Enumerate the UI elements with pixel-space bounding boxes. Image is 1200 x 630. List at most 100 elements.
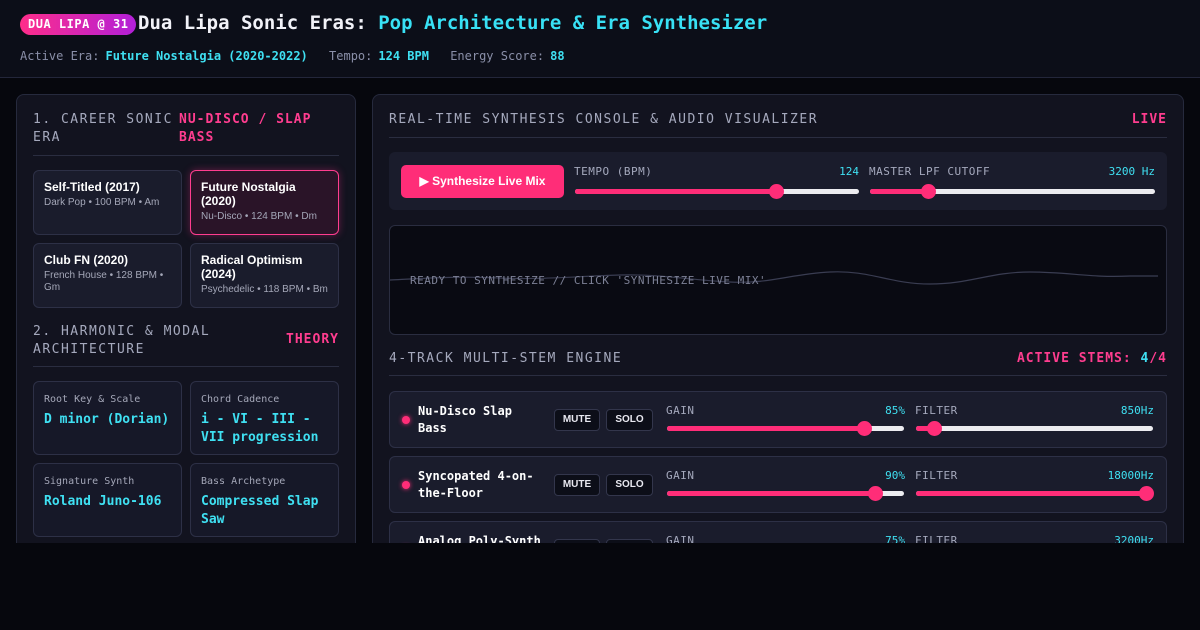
active-era-value: Future Nostalgia (2020-2022)	[105, 49, 308, 63]
slider-fill	[916, 491, 1146, 496]
career-section-title: 1. CAREER SONIC ERA	[33, 112, 173, 145]
energy-label: Energy Score:	[450, 49, 545, 63]
info-label: Bass Archetype	[201, 476, 286, 487]
live-indicator: LIVE	[1131, 112, 1167, 127]
bass-archetype-card: Bass Archetype Compressed Slap Saw	[190, 463, 339, 537]
mute-button[interactable]: MUTE	[554, 539, 600, 543]
filter-value: 18000Hz	[1107, 469, 1154, 482]
gain-slider[interactable]	[667, 420, 904, 436]
title-main: Dua Lipa Sonic Eras:	[138, 12, 367, 34]
slider-thumb[interactable]	[856, 421, 872, 436]
stems-section-header: 4-TRACK MULTI-STEM ENGINE ACTIVE STEMS: …	[389, 350, 1167, 376]
filter-label: FILTER	[915, 534, 958, 543]
active-era-label: Active Era:	[20, 49, 100, 63]
visualizer-status-text: READY TO SYNTHESIZE // CLICK 'SYNTHESIZE…	[410, 274, 767, 287]
synthesize-live-mix-button[interactable]: ▶ Synthesize Live Mix	[401, 165, 564, 198]
gain-value: 90%	[885, 469, 905, 482]
harmonic-section-tag: THEORY	[286, 332, 339, 347]
gain-label: GAIN	[666, 534, 695, 543]
stem-track-row: Analog Poly-Synth MUTE SOLO GAIN 75% FILTER 32…	[389, 521, 1167, 543]
tempo-slider-value: 124	[839, 165, 859, 178]
filter-label: FILTER	[915, 469, 958, 482]
stem-track-row: Nu-Disco Slap Bass MUTE SOLO GAIN 85% FILTER 8…	[389, 391, 1167, 448]
mute-button[interactable]: MUTE	[554, 409, 600, 431]
stem-track-row: Syncopated 4-on-the-Floor MUTE SOLO GAIN 90%…	[389, 456, 1167, 513]
console-section-header: REAL-TIME SYNTHESIS CONSOLE & AUDIO VISU…	[389, 111, 1167, 138]
info-value: Roland Juno-106	[44, 494, 162, 509]
era-card-club-fn[interactable]: Club FN (2020) French House • 128 BPM • …	[33, 243, 182, 308]
lpf-slider-label: MASTER LPF CUTOFF	[869, 165, 991, 178]
energy-value: 88	[550, 49, 565, 63]
active-stems-total: /4	[1149, 351, 1167, 366]
app-header: DUA LIPA @ 31 Dua Lipa Sonic Eras: Pop A…	[0, 0, 1200, 78]
chord-cadence-card: Chord Cadence i - VI - III - VII progres…	[190, 381, 339, 455]
mute-button[interactable]: MUTE	[554, 474, 600, 496]
era-card-future-nostalgia[interactable]: Future Nostalgia (2020) Nu-Disco • 124 B…	[190, 170, 339, 235]
solo-button[interactable]: SOLO	[606, 474, 653, 496]
filter-value: 850Hz	[1120, 404, 1154, 417]
stems-section-title: 4-TRACK MULTI-STEM ENGINE	[389, 351, 623, 366]
slider-thumb[interactable]	[1139, 486, 1154, 501]
filter-slider[interactable]	[916, 485, 1154, 501]
gain-value: 75%	[885, 534, 905, 543]
info-label: Chord Cadence	[201, 394, 280, 405]
stem-name: Syncopated 4-on-the-Floor	[418, 469, 534, 500]
filter-value: 3200Hz	[1114, 534, 1154, 543]
gain-label: GAIN	[666, 404, 695, 417]
era-name: Radical Optimism (2024)	[201, 253, 303, 281]
slider-fill	[667, 491, 875, 496]
harmonic-section-header: 2. HARMONIC & MODAL ARCHITECTURE THEORY	[33, 323, 339, 367]
stem-active-indicator	[402, 481, 410, 489]
root-key-card: Root Key & Scale D minor (Dorian)	[33, 381, 182, 455]
tempo-label: Tempo:	[329, 49, 373, 63]
tempo-slider-label: TEMPO (BPM)	[574, 165, 653, 178]
slider-thumb[interactable]	[927, 421, 943, 436]
stem-name: Analog Poly-Synth	[418, 534, 541, 543]
page-title: Dua Lipa Sonic Eras: Pop Architecture & …	[138, 12, 767, 34]
info-label: Signature Synth	[44, 476, 135, 487]
slider-thumb[interactable]	[921, 184, 937, 199]
harmonic-section-title: 2. HARMONIC & MODAL ARCHITECTURE	[33, 324, 211, 357]
career-panel: 1. CAREER SONIC ERA NU-DISCO / SLAP BASS…	[16, 94, 356, 543]
lpf-cutoff-slider[interactable]	[870, 183, 1155, 199]
console-section-title: REAL-TIME SYNTHESIS CONSOLE & AUDIO VISU…	[389, 112, 819, 127]
info-label: Root Key & Scale	[44, 394, 141, 405]
solo-button[interactable]: SOLO	[606, 539, 653, 543]
main-area: 1. CAREER SONIC ERA NU-DISCO / SLAP BASS…	[0, 78, 1200, 543]
era-card-radical-optimism[interactable]: Radical Optimism (2024) Psychedelic • 11…	[190, 243, 339, 308]
filter-label: FILTER	[915, 404, 958, 417]
era-card-self-titled[interactable]: Self-Titled (2017) Dark Pop • 100 BPM • …	[33, 170, 182, 235]
tempo-value: 124 BPM	[378, 49, 429, 63]
active-stems-counter: ACTIVE STEMS: 4/4	[1017, 350, 1167, 368]
synthesis-console: ▶ Synthesize Live Mix TEMPO (BPM) 124 MA…	[389, 152, 1167, 210]
gain-label: GAIN	[666, 469, 695, 482]
lpf-slider-value: 3200 Hz	[1108, 165, 1155, 178]
era-name: Future Nostalgia (2020)	[201, 180, 296, 208]
tempo-slider[interactable]	[575, 183, 859, 199]
era-details: French House • 128 BPM • Gm	[44, 270, 164, 293]
career-section-header: 1. CAREER SONIC ERA NU-DISCO / SLAP BASS	[33, 111, 339, 156]
slider-track	[916, 426, 1153, 431]
slider-fill	[870, 189, 929, 194]
gain-value: 85%	[885, 404, 905, 417]
career-section-tag: NU-DISCO / SLAP BASS	[179, 112, 312, 145]
slider-fill	[667, 426, 864, 431]
slider-thumb[interactable]	[867, 486, 883, 501]
artist-badge: DUA LIPA @ 31	[20, 14, 137, 35]
gain-slider[interactable]	[667, 485, 904, 501]
era-details: Dark Pop • 100 BPM • Am	[44, 197, 160, 208]
stem-name: Nu-Disco Slap Bass	[418, 404, 512, 435]
slider-fill	[575, 189, 777, 194]
era-details: Psychedelic • 118 BPM • Bm	[201, 284, 328, 295]
audio-visualizer: READY TO SYNTHESIZE // CLICK 'SYNTHESIZE…	[389, 225, 1167, 335]
title-accent: Pop Architecture & Era Synthesizer	[378, 12, 768, 34]
solo-button[interactable]: SOLO	[606, 409, 653, 431]
stem-active-indicator	[402, 416, 410, 424]
filter-slider[interactable]	[916, 420, 1153, 436]
active-stems-label: ACTIVE STEMS:	[1016, 351, 1132, 366]
slider-thumb[interactable]	[769, 184, 785, 199]
era-details: Nu-Disco • 124 BPM • Dm	[201, 211, 317, 222]
info-value: Compressed Slap Saw	[201, 494, 319, 527]
era-name: Club FN (2020)	[44, 253, 129, 267]
signature-synth-card: Signature Synth Roland Juno-106	[33, 463, 182, 537]
